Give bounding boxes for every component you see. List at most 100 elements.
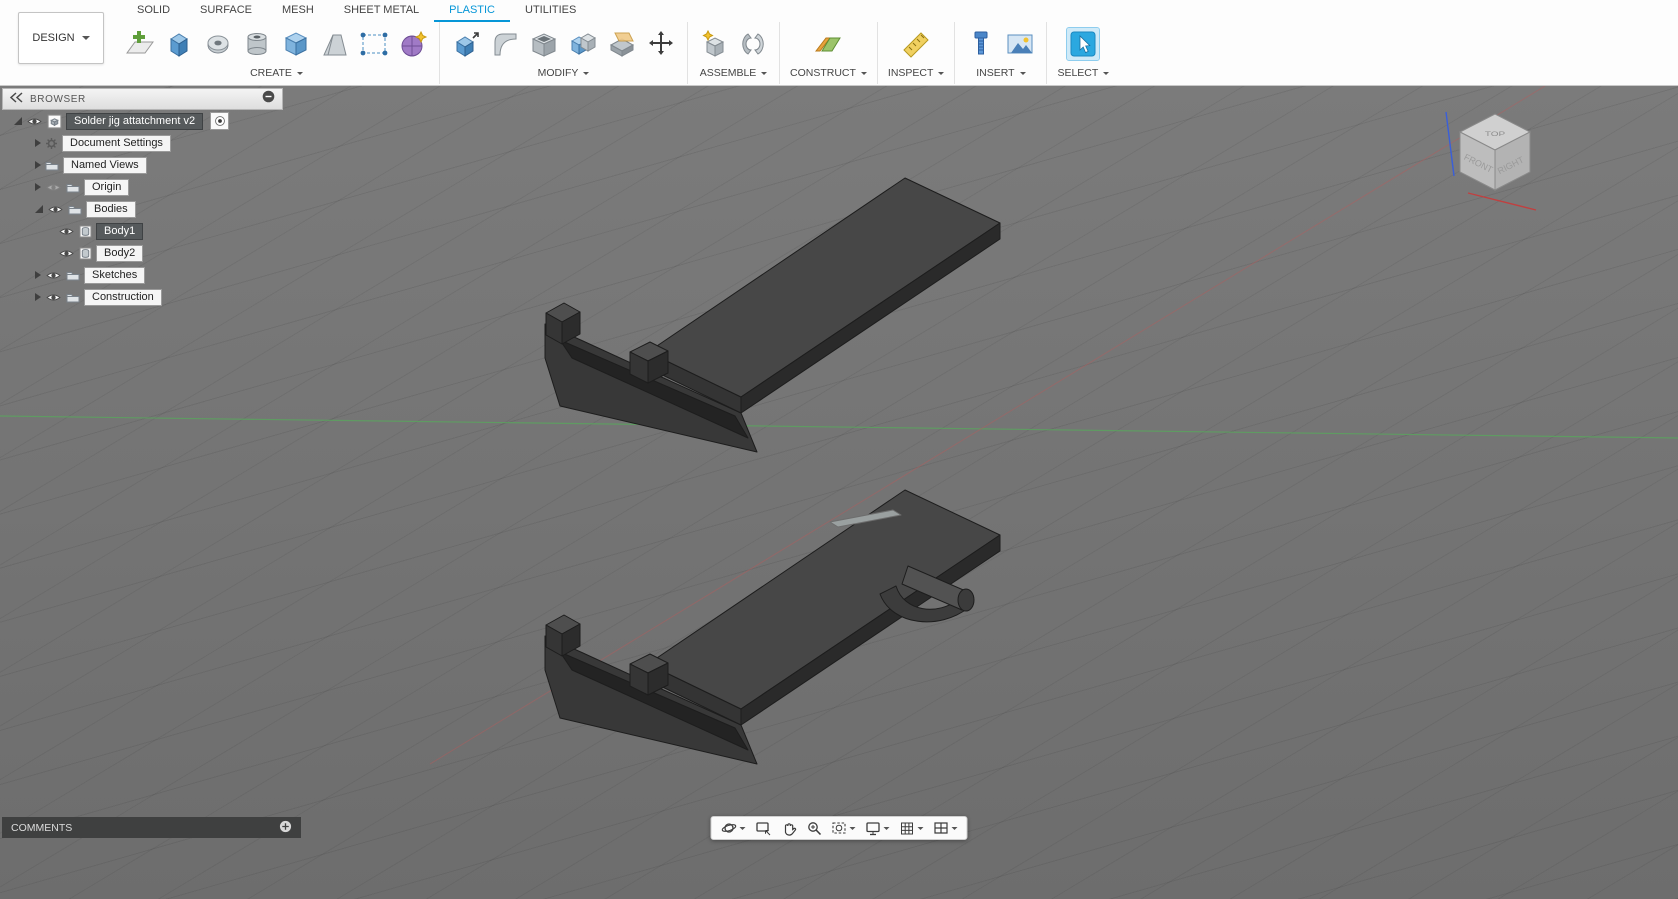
construction-plane-icon[interactable] [812,28,844,60]
create-dropdown[interactable]: CREATE [250,67,303,79]
browser-header: BROWSER [2,88,283,110]
tab-sheet-metal[interactable]: SHEET METAL [329,0,434,22]
browser-item-label[interactable]: Solder jig attatchment v2 [66,112,204,130]
visibility-eye-icon[interactable] [26,116,43,127]
display-settings-icon[interactable] [866,821,890,836]
tab-mesh[interactable]: MESH [267,0,329,22]
grid-settings-icon[interactable] [900,821,924,836]
browser-item-label[interactable]: Body1 [96,222,144,240]
browser-item-sketches[interactable]: Sketches [2,264,283,286]
viewcube-top-label[interactable]: TOP [1485,130,1506,137]
expand-arrow-icon[interactable] [35,183,41,191]
extrude-icon[interactable] [163,28,195,60]
fit-icon[interactable] [832,821,856,836]
joint-icon[interactable] [737,28,769,60]
add-comment-icon[interactable] [279,820,292,836]
draft-icon[interactable] [319,28,351,60]
construct-dropdown[interactable]: CONSTRUCT [790,67,867,79]
browser-item-construction[interactable]: Construction [2,286,283,308]
browser-item-label[interactable]: Document Settings [62,134,171,152]
visibility-eye-icon[interactable] [45,270,62,281]
insert-dropdown[interactable]: INSERT [976,67,1026,79]
tab-solid[interactable]: SOLID [122,0,185,22]
viewcube[interactable]: TOP FRONT RIGHT [1440,98,1550,218]
expand-arrow-icon[interactable] [35,139,41,147]
folder-icon [66,270,80,281]
orbit-icon[interactable] [721,820,746,836]
shell-icon[interactable] [528,28,560,60]
browser-item-label[interactable]: Sketches [84,266,146,284]
select-icon[interactable] [1066,27,1101,61]
lattice-icon[interactable] [397,28,429,60]
group-construct: CONSTRUCT [779,22,877,84]
browser-item-root[interactable]: Solder jig attatchment v2 [2,110,283,132]
move-copy-icon[interactable] [645,28,677,60]
viewcube-z-axis [1445,111,1455,177]
browser-item-origin[interactable]: Origin [2,176,283,198]
browser-item-label[interactable]: Named Views [63,156,147,174]
expand-arrow-icon[interactable] [35,161,41,169]
browser-item-label[interactable]: Body2 [96,244,144,262]
viewport[interactable]: TOP FRONT RIGHT BROWSER Solder jig attat… [0,86,1678,899]
group-modify: MODIFY [439,22,687,84]
insert-fastener-icon[interactable] [965,28,997,60]
chevron-down-icon [1019,71,1026,75]
tab-plastic[interactable]: PLASTIC [434,0,511,22]
revolve-icon[interactable] [202,28,234,60]
visibility-eye-icon[interactable] [58,248,75,259]
visibility-eye-icon[interactable] [47,204,64,215]
group-select: SELECT [1046,22,1119,84]
chevron-down-icon [583,71,590,75]
body-icon [79,247,92,260]
modify-dropdown[interactable]: MODIFY [538,67,590,79]
tab-utilities[interactable]: UTILITIES [510,0,591,22]
browser-item-label[interactable]: Bodies [86,200,136,218]
visibility-eye-icon[interactable] [58,226,75,237]
split-body-icon[interactable] [606,28,638,60]
measure-icon[interactable] [900,28,932,60]
body1-model[interactable] [544,177,1001,453]
browser-item-body1[interactable]: Body1 [2,220,283,242]
canvas-icon[interactable] [1004,28,1036,60]
new-component-icon[interactable] [698,28,730,60]
expand-arrow-icon[interactable] [35,205,43,213]
create-sketch-icon[interactable] [124,28,156,60]
remove-icon[interactable] [262,90,275,108]
fillet-icon[interactable] [489,28,521,60]
expand-arrow-icon[interactable] [14,117,22,125]
folder-icon [66,292,80,303]
top-toolbar: DESIGN SOLID SURFACE MESH SHEET METAL PL… [0,0,1678,86]
body2-model[interactable] [544,489,1001,765]
pan-icon[interactable] [782,821,797,836]
comments-label: COMMENTS [11,821,73,834]
browser-item-body2[interactable]: Body2 [2,242,283,264]
rectangular-pattern-icon[interactable] [358,28,390,60]
press-pull-icon[interactable] [450,28,482,60]
visibility-eye-icon[interactable] [45,182,62,193]
look-at-icon[interactable] [756,821,772,836]
activate-component-radio[interactable] [210,112,230,130]
zoom-icon[interactable] [807,821,822,836]
collapse-panel-icon[interactable] [9,90,23,108]
visibility-eye-icon[interactable] [45,292,62,303]
hole-icon[interactable] [241,28,273,60]
browser-item-label[interactable]: Origin [84,178,130,196]
expand-arrow-icon[interactable] [35,293,41,301]
combine-icon[interactable] [567,28,599,60]
select-dropdown[interactable]: SELECT [1057,67,1110,79]
chevron-down-icon [951,826,958,830]
browser-item-document-settings[interactable]: Document Settings [2,132,283,154]
browser-item-named-views[interactable]: Named Views [2,154,283,176]
browser-item-label[interactable]: Construction [84,288,162,306]
browser-item-bodies[interactable]: Bodies [2,198,283,220]
ribbon-groups: CREATE MODIFY ASSEMBLE CONSTRUCT INSPECT… [114,22,1119,84]
design-menu-button[interactable]: DESIGN [18,12,104,64]
box-icon[interactable] [280,28,312,60]
comments-bar[interactable]: COMMENTS [2,817,301,838]
viewports-icon[interactable] [934,821,958,836]
inspect-dropdown[interactable]: INSPECT [888,67,945,79]
tab-surface[interactable]: SURFACE [185,0,267,22]
assemble-dropdown[interactable]: ASSEMBLE [700,67,768,79]
chevron-down-icon [81,36,90,40]
expand-arrow-icon[interactable] [35,271,41,279]
